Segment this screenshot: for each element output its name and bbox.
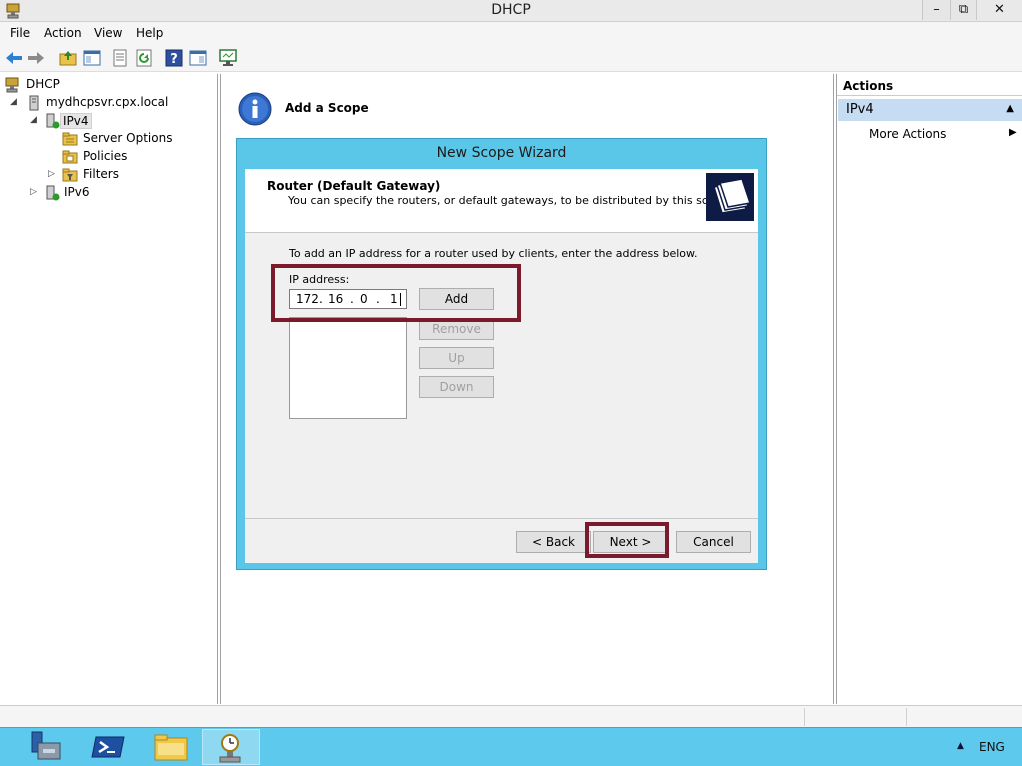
- window-title: DHCP: [491, 2, 531, 18]
- view-pane-icon[interactable]: [188, 48, 208, 68]
- menu-view[interactable]: View: [94, 26, 122, 40]
- up-folder-icon[interactable]: [58, 48, 78, 68]
- page-title: Add a Scope: [285, 101, 369, 115]
- powershell-icon: [91, 736, 125, 758]
- info-icon: [238, 92, 272, 126]
- server-icon: [29, 95, 39, 111]
- expand-arrow-icon[interactable]: ▷: [48, 169, 58, 179]
- new-scope-wizard-dialog: New Scope Wizard Router (Default Gateway…: [236, 138, 767, 570]
- cancel-button[interactable]: Cancel: [676, 531, 751, 553]
- collapse-section-icon[interactable]: ▲: [1006, 103, 1014, 114]
- ipv4-icon: [46, 113, 60, 129]
- taskbar-powershell[interactable]: [80, 729, 138, 765]
- tree-label: mydhcpsvr.cpx.local: [46, 95, 169, 109]
- menu-bar: File Action View Help: [0, 22, 1022, 44]
- next-button-highlight-box: [585, 522, 669, 558]
- close-button[interactable]: ✕: [976, 0, 1022, 20]
- menu-action[interactable]: Action: [44, 26, 82, 40]
- menu-help[interactable]: Help: [136, 26, 163, 40]
- maximize-button[interactable]: ⧉: [950, 0, 976, 20]
- down-button[interactable]: Down: [419, 376, 494, 398]
- actions-header: Actions: [837, 74, 1022, 96]
- back-button[interactable]: < Back: [516, 531, 591, 553]
- monitor-icon[interactable]: [218, 48, 238, 68]
- submenu-arrow-icon: ▶: [1009, 127, 1017, 138]
- up-button[interactable]: Up: [419, 347, 494, 369]
- server-manager-icon: [31, 731, 61, 760]
- actions-section-ipv4[interactable]: IPv4 ▲: [838, 99, 1022, 121]
- dhcp-icon: [219, 734, 241, 763]
- title-bar: DHCP – ⧉ ✕: [0, 0, 1022, 22]
- dhcp-icon: [5, 77, 19, 93]
- tree-label: DHCP: [26, 77, 60, 91]
- help-icon[interactable]: ?: [164, 48, 184, 68]
- console-tree: DHCP ◢ mydhcpsvr.cpx.local ◢ IPv4 Server…: [0, 74, 218, 704]
- folder-icon: [154, 734, 188, 761]
- status-bar: [0, 705, 1022, 727]
- wizard-page-title: Router (Default Gateway): [267, 179, 441, 193]
- taskbar-server-manager[interactable]: [16, 729, 74, 765]
- svg-text:?: ?: [170, 52, 178, 67]
- minimize-button[interactable]: –: [922, 0, 950, 20]
- ipv6-icon: [46, 185, 60, 201]
- back-arrow-icon[interactable]: [4, 48, 24, 68]
- forward-arrow-icon[interactable]: [26, 48, 46, 68]
- refresh-icon[interactable]: [134, 48, 154, 68]
- expand-arrow-icon[interactable]: ▷: [30, 187, 40, 197]
- taskbar-file-explorer[interactable]: [142, 729, 200, 765]
- show-hide-tree-icon[interactable]: [82, 48, 102, 68]
- tree-label: IPv4: [60, 113, 92, 129]
- tray-expand-icon[interactable]: ▲: [957, 741, 964, 751]
- tree-label: Filters: [83, 167, 119, 181]
- collapse-arrow-icon[interactable]: ◢: [30, 115, 40, 125]
- collapse-arrow-icon[interactable]: ◢: [10, 97, 20, 107]
- wizard-header: Router (Default Gateway) You can specify…: [245, 169, 758, 233]
- actions-pane: Actions IPv4 ▲ More Actions ▶: [836, 74, 1022, 704]
- toolbar: ?: [0, 44, 1022, 72]
- folder-stack-icon: [706, 173, 754, 221]
- ip-address-highlight-box: [271, 264, 521, 322]
- server-options-icon: [62, 132, 78, 146]
- instruction-text: To add an IP address for a router used b…: [289, 247, 698, 260]
- policies-icon: [62, 150, 78, 164]
- dialog-title: New Scope Wizard: [436, 145, 567, 161]
- tree-label: Server Options: [83, 131, 173, 145]
- router-address-list[interactable]: [289, 317, 407, 419]
- wizard-body: Router (Default Gateway) You can specify…: [245, 169, 758, 563]
- footer-divider: [245, 518, 758, 519]
- tree-label: IPv6: [64, 185, 90, 199]
- language-indicator[interactable]: ENG: [979, 740, 1005, 754]
- filters-icon: [62, 168, 78, 182]
- tree-label: Policies: [83, 149, 128, 163]
- taskbar: ▲ ENG: [0, 727, 1022, 766]
- taskbar-dhcp[interactable]: [202, 729, 260, 765]
- more-actions-link[interactable]: More Actions: [869, 127, 946, 141]
- properties-icon[interactable]: [110, 48, 130, 68]
- menu-file[interactable]: File: [10, 26, 30, 40]
- wizard-page-description: You can specify the routers, or default …: [288, 194, 732, 207]
- actions-section-label: IPv4: [846, 102, 874, 117]
